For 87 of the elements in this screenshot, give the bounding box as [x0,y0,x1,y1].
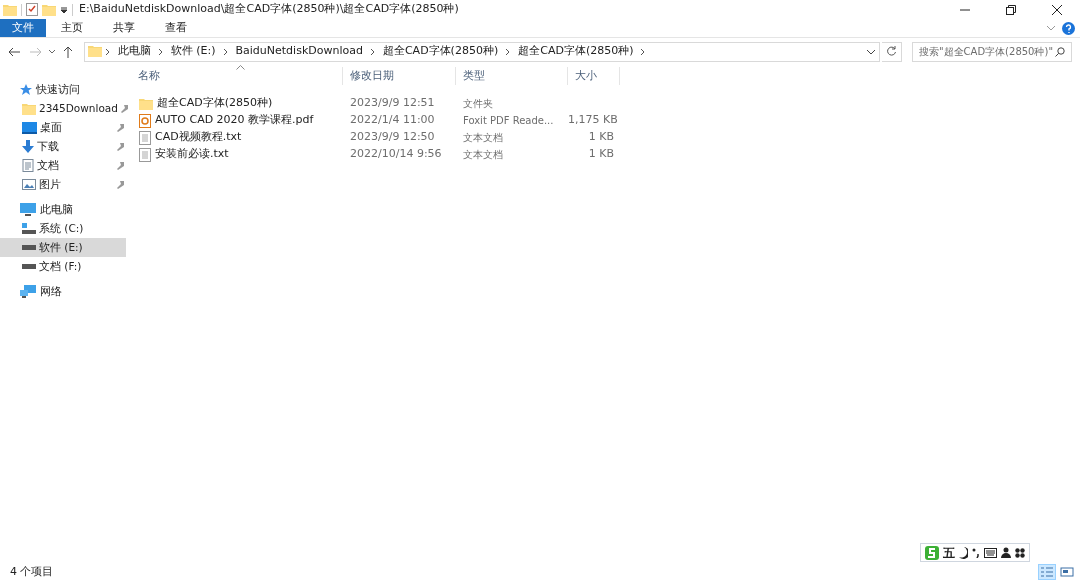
modified-date: 2023/9/9 12:51 [350,96,435,110]
star-icon [20,83,32,96]
download-arrow-icon [22,140,34,153]
pin-icon [117,123,125,132]
breadcrumb-item[interactable]: 软件 (E:) [166,43,220,60]
sidebar-item[interactable]: 软件 (E:) [0,238,126,257]
restore-icon[interactable] [1006,4,1016,15]
file-type: 文本文档 [463,149,503,160]
column-header[interactable]: 修改日期 [343,67,456,85]
search-icon [1055,46,1065,57]
sidebar-item[interactable]: 下载 [0,137,126,156]
file-type: 文本文档 [463,132,503,143]
modified-date: 2023/9/9 12:50 [350,130,435,144]
sidebar-item[interactable]: 网络 [0,282,126,301]
back-arrow-icon[interactable] [8,46,20,57]
network-icon [20,285,36,298]
folder-icon [87,45,102,58]
file-name[interactable]: CAD视频教程.txt [155,129,242,146]
user-icon [1001,547,1011,558]
search-field[interactable]: 搜索"超全CAD字体(2850种)" [912,41,1072,62]
sidebar-item[interactable]: 此电脑 [0,200,126,219]
pin-icon [117,161,125,170]
refresh-button[interactable] [882,41,902,62]
sidebar-item[interactable]: 桌面 [0,118,126,137]
sidebar-item[interactable]: 快速访问 [0,80,126,99]
expand-ribbon-icon[interactable] [1046,25,1056,31]
drive-icon [22,264,36,269]
file-name[interactable]: 超全CAD字体(2850种) [157,95,273,112]
modified-date: 2022/10/14 9:56 [350,147,442,161]
new-folder-icon [42,3,56,16]
moon-icon [959,546,968,559]
file-name[interactable]: AUTO CAD 2020 教学课程.pdf [155,112,314,129]
folder-icon [22,102,36,115]
breadcrumb-item[interactable]: 此电脑 [113,43,155,60]
sidebar-item[interactable]: 图片 [0,175,126,194]
file-size: 1 KB [588,147,614,161]
punctuation-icon [972,547,980,558]
pin-icon [120,104,129,113]
modified-date: 2022/1/4 11:00 [350,113,435,127]
document-icon [22,159,34,172]
folder-icon [3,3,17,16]
column-header[interactable]: 名称 [131,67,343,85]
drive-icon [22,223,36,234]
sidebar-item[interactable]: 系统 (C:) [0,219,126,238]
input-mode-label: 五 [943,544,955,562]
item-count: 4 个项目 [10,563,54,580]
sidebar-item[interactable]: 文档 (F:) [0,257,126,276]
grid-icon [1015,547,1025,558]
text-file-icon [139,147,151,162]
window-title: E:\BaiduNetdiskDownload\超全CAD字体(2850种)\超全CAD字体(2850种) [78,1,459,18]
file-name[interactable]: 安装前必读.txt [155,146,229,163]
large-icons-view-button[interactable] [1058,564,1076,580]
sidebar-item[interactable]: 文档 [0,156,126,175]
address-bar[interactable]: 此电脑 软件 (E:) BaiduNetdiskDownload 超全CAD字体(2850种) 超全CAD字体(2850种) [84,41,880,62]
properties-icon[interactable] [26,3,38,16]
up-arrow-icon[interactable] [63,45,73,58]
ribbon-tab[interactable]: 查看 [150,19,202,37]
file-type: Foxit PDF Reade... [463,115,554,126]
drive-icon [22,245,36,250]
pin-icon [117,142,125,151]
image-icon [22,179,36,190]
ribbon-tab[interactable]: 共享 [98,19,150,37]
pin-icon [117,180,125,189]
file-menu-tab[interactable]: 文件 [0,19,46,37]
text-file-icon [139,130,151,145]
dropdown-caret-icon[interactable] [60,5,68,14]
help-icon[interactable] [1061,21,1075,35]
sidebar-item[interactable]: 2345Download [0,99,126,118]
computer-icon [20,203,36,216]
dropdown-caret-icon[interactable] [866,48,877,55]
folder-icon [139,97,153,110]
file-type: 文件夹 [463,98,493,109]
close-icon[interactable] [1052,4,1062,15]
keyboard-icon [984,547,997,558]
desktop-icon [22,121,37,134]
file-size: 1,175 KB [568,113,618,127]
file-size: 1 KB [588,130,614,144]
recent-locations-caret-icon[interactable] [48,48,56,55]
pdf-file-icon [139,113,151,128]
ribbon-tab[interactable]: 主页 [46,19,98,37]
refresh-icon [886,46,897,57]
column-header[interactable]: 大小 [568,67,620,85]
column-header[interactable]: 类型 [456,67,568,85]
breadcrumb-item[interactable]: 超全CAD字体(2850种) [514,43,638,60]
sort-caret-icon [236,65,245,70]
breadcrumb-item[interactable]: BaiduNetdiskDownload [231,43,367,60]
breadcrumb-item[interactable]: 超全CAD字体(2850种) [378,43,503,60]
